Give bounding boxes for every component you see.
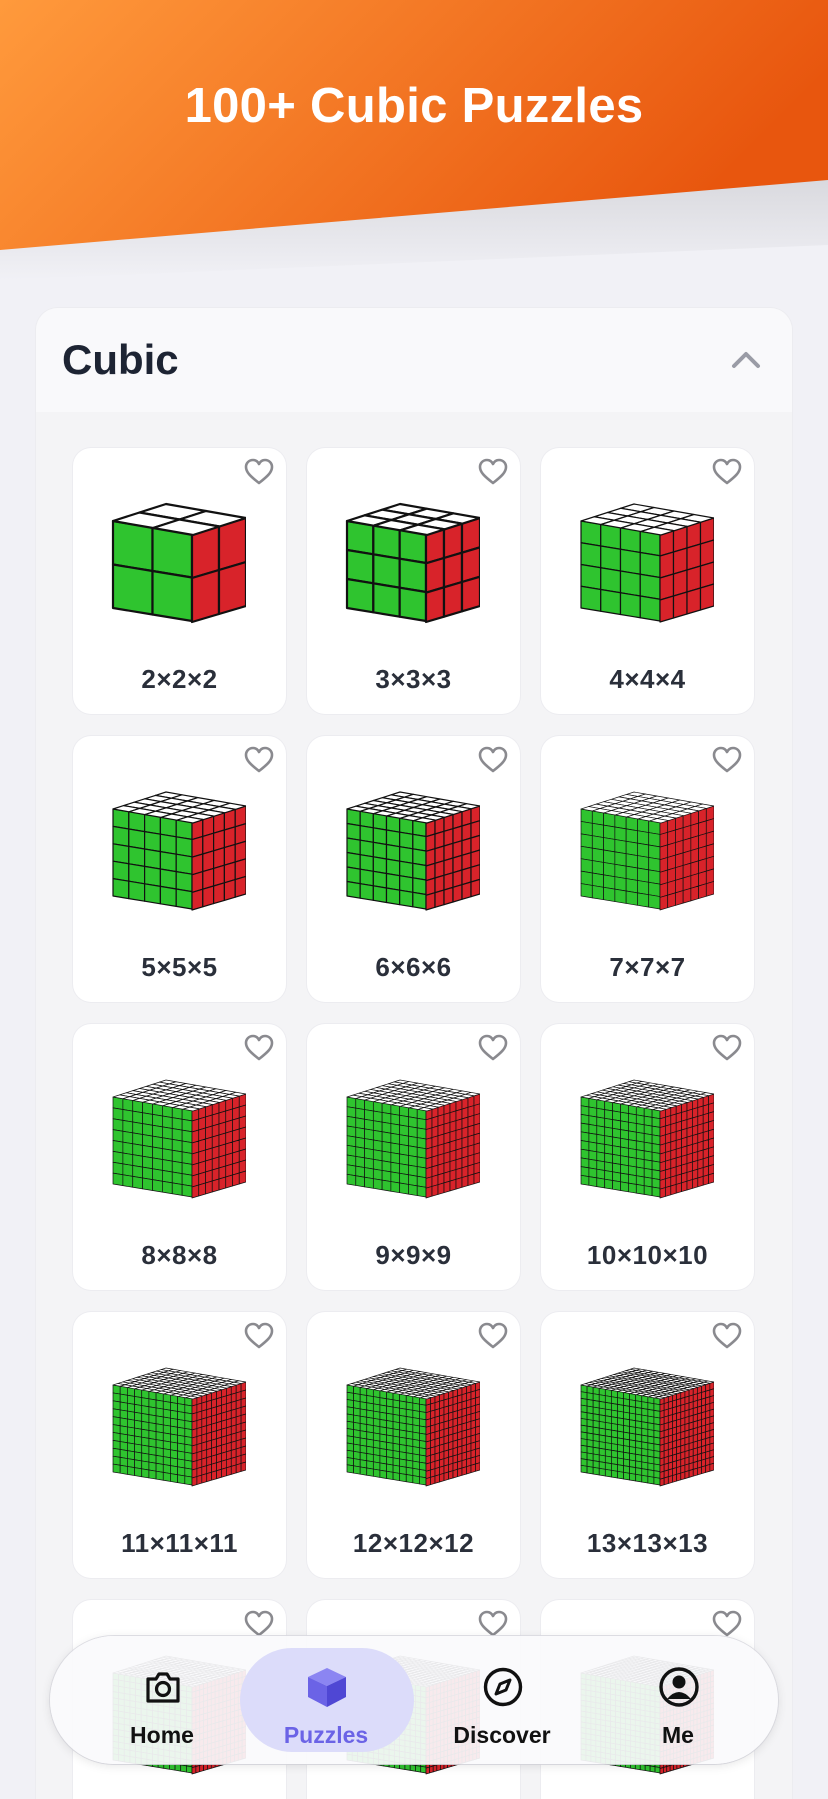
cube-image — [112, 791, 246, 911]
cube-image — [346, 1367, 480, 1487]
heart-icon[interactable] — [712, 1322, 742, 1350]
cube-image — [346, 1079, 480, 1199]
puzzle-card[interactable]: 13×13×13 — [541, 1312, 754, 1578]
compass-icon — [483, 1667, 523, 1707]
puzzle-card[interactable]: 9×9×9 — [307, 1024, 520, 1290]
heart-icon[interactable] — [244, 1034, 274, 1062]
puzzle-card[interactable]: 3×3×3 — [307, 448, 520, 714]
cube-image — [580, 1367, 714, 1487]
nav-discover[interactable]: Discover — [414, 1636, 590, 1764]
bottom-nav: Home Puzzles Discover Me — [50, 1636, 778, 1764]
chevron-up-icon[interactable] — [726, 342, 766, 376]
nav-puzzles[interactable]: Puzzles — [238, 1636, 414, 1764]
cubic-section: Cubic 2×2×2 3×3×3 4×4×4 5×5×5 6×6×6 7×7×7 8×8×… — [36, 308, 792, 1799]
heart-icon[interactable] — [712, 1034, 742, 1062]
heart-icon[interactable] — [244, 1322, 274, 1350]
heart-icon[interactable] — [478, 746, 508, 774]
puzzle-card[interactable]: 5×5×5 — [73, 736, 286, 1002]
heart-icon[interactable] — [244, 1610, 274, 1638]
heart-icon[interactable] — [244, 458, 274, 486]
puzzle-label: 13×13×13 — [586, 1528, 709, 1558]
nav-home[interactable]: Home — [74, 1636, 250, 1764]
nav-me[interactable]: Me — [590, 1636, 766, 1764]
nav-label-home: Home — [130, 1722, 194, 1748]
puzzle-card[interactable]: 2×2×2 — [73, 448, 286, 714]
puzzle-label: 10×10×10 — [586, 1240, 709, 1270]
header-banner: 100+ Cubic Puzzles — [0, 0, 828, 280]
heart-icon[interactable] — [478, 1610, 508, 1638]
puzzle-card[interactable]: 7×7×7 — [541, 736, 754, 1002]
nav-label-puzzles: Puzzles — [283, 1722, 369, 1748]
heart-icon[interactable] — [244, 746, 274, 774]
puzzle-card[interactable]: 11×11×11 — [73, 1312, 286, 1578]
cube-image — [112, 1367, 246, 1487]
user-icon — [659, 1667, 699, 1707]
puzzle-label: 5×5×5 — [141, 952, 218, 982]
heart-icon[interactable] — [478, 1322, 508, 1350]
puzzle-label: 4×4×4 — [609, 664, 686, 694]
section-header[interactable]: Cubic — [36, 308, 792, 412]
puzzle-label: 9×9×9 — [375, 1240, 452, 1270]
cube-icon — [308, 1668, 346, 1707]
nav-label-me: Me — [662, 1722, 694, 1748]
puzzle-label: 7×7×7 — [609, 952, 686, 982]
puzzle-label: 8×8×8 — [141, 1240, 218, 1270]
puzzle-card[interactable]: 12×12×12 — [307, 1312, 520, 1578]
puzzle-label: 3×3×3 — [375, 664, 452, 694]
puzzle-card[interactable]: 4×4×4 — [541, 448, 754, 714]
cube-image — [111, 502, 246, 624]
page-title: 100+ Cubic Puzzles — [184, 79, 644, 133]
cube-image — [345, 502, 480, 624]
cube-image — [580, 791, 714, 911]
cube-image — [580, 503, 714, 623]
cube-image — [580, 1079, 714, 1199]
nav-label-discover: Discover — [453, 1722, 551, 1748]
puzzle-card[interactable]: 6×6×6 — [307, 736, 520, 1002]
cube-image — [112, 1079, 246, 1199]
puzzle-label: 12×12×12 — [352, 1528, 475, 1558]
cube-image — [346, 791, 480, 911]
puzzle-card[interactable]: 10×10×10 — [541, 1024, 754, 1290]
banner-background — [0, 0, 828, 280]
puzzle-label: 11×11×11 — [121, 1528, 238, 1558]
puzzle-card[interactable]: 8×8×8 — [73, 1024, 286, 1290]
heart-icon[interactable] — [712, 746, 742, 774]
heart-icon[interactable] — [712, 1610, 742, 1638]
puzzle-label: 2×2×2 — [141, 664, 218, 694]
section-title: Cubic — [62, 336, 179, 383]
heart-icon[interactable] — [478, 1034, 508, 1062]
camera-icon — [146, 1672, 180, 1703]
heart-icon[interactable] — [712, 458, 742, 486]
heart-icon[interactable] — [478, 458, 508, 486]
puzzle-label: 6×6×6 — [375, 952, 452, 982]
